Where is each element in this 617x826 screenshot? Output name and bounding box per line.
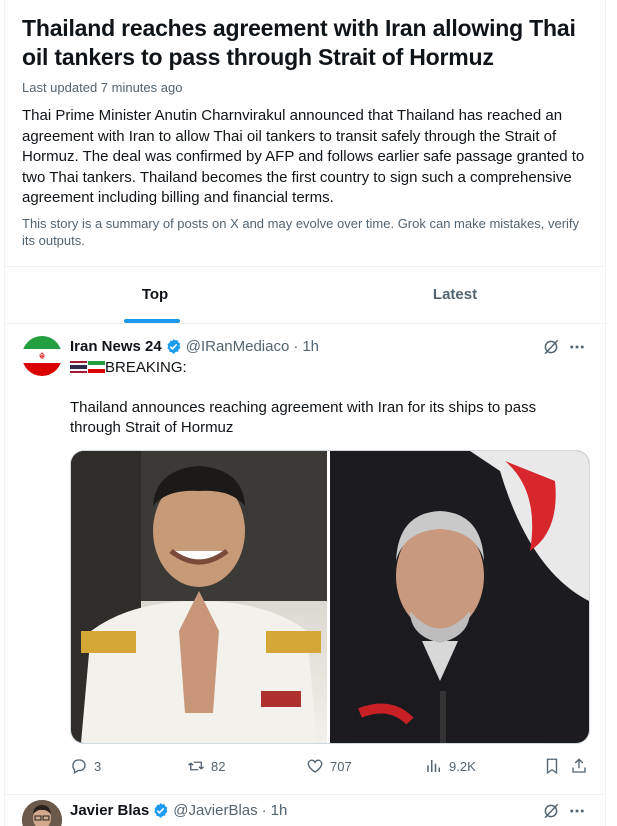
post-time[interactable]: 1h (302, 338, 319, 355)
more-icon[interactable] (568, 338, 586, 356)
bookmark-button[interactable] (543, 756, 567, 776)
tab-bar: Top Latest (5, 266, 605, 324)
post-actions: 3 82 707 9.2K (70, 756, 592, 776)
iran-flag-icon: ☬ (22, 336, 62, 376)
like-icon (307, 759, 323, 773)
author-name[interactable]: Iran News 24 (70, 338, 162, 355)
story-card: Thailand reaches agreement with Iran all… (5, 0, 605, 267)
separator-dot: · (293, 337, 299, 355)
timeline-column: Thailand reaches agreement with Iran all… (4, 0, 606, 826)
repost-button[interactable]: 82 (187, 756, 225, 776)
post[interactable]: ☬ Iran News 24 @IRanMediaco · 1h BREAKIN… (5, 324, 605, 795)
post-media[interactable] (70, 450, 590, 744)
author-name[interactable]: Javier Blas (70, 802, 149, 819)
views-count: 9.2K (449, 758, 476, 774)
post-header: Iran News 24 @IRanMediaco · 1h (70, 336, 319, 356)
story-headline: Thailand reaches agreement with Iran all… (22, 15, 576, 70)
tab-top[interactable]: Top (5, 266, 305, 323)
reply-count: 3 (94, 758, 102, 774)
share-button[interactable] (570, 756, 594, 776)
photo-pezeshkian[interactable] (330, 451, 589, 743)
like-count: 707 (330, 758, 352, 774)
thailand-flag-icon (70, 361, 87, 373)
verified-badge-icon (154, 802, 168, 818)
avatar[interactable]: ☬ (22, 336, 62, 376)
grok-icon[interactable] (542, 802, 560, 820)
author-handle[interactable]: @JavierBlas (173, 802, 257, 819)
photo-anutin[interactable] (71, 451, 327, 743)
iran-flag-emoji-icon (88, 361, 105, 373)
story-summary: Thai Prime Minister Anutin Charnvirakul … (22, 107, 585, 206)
avatar-javier-icon (22, 800, 62, 826)
author-handle[interactable]: @IRanMediaco (186, 338, 290, 355)
like-button[interactable]: 707 (306, 756, 352, 776)
post[interactable]: Javier Blas @JavierBlas · 1h (5, 795, 605, 826)
verified-badge-icon (167, 338, 181, 354)
tab-latest[interactable]: Latest (305, 266, 605, 323)
share-icon (572, 758, 586, 773)
separator-dot: · (261, 801, 267, 819)
story-updated: Last updated 7 minutes ago (22, 80, 183, 95)
repost-icon (188, 761, 204, 771)
active-tab-indicator (124, 319, 180, 323)
photo-pezeshkian-illustration (330, 451, 589, 743)
repost-count: 82 (211, 758, 226, 774)
story-disclaimer: This story is a summary of posts on X an… (22, 216, 580, 248)
reply-button[interactable]: 3 (70, 756, 101, 776)
avatar[interactable] (22, 800, 62, 826)
post-time[interactable]: 1h (271, 802, 288, 819)
bookmark-icon (546, 758, 558, 775)
post-text-line1: BREAKING: (70, 358, 580, 378)
more-icon[interactable] (568, 802, 586, 820)
views-icon (427, 760, 440, 772)
grok-icon[interactable] (542, 338, 560, 356)
post-header: Javier Blas @JavierBlas · 1h (70, 800, 287, 820)
reply-icon (72, 759, 86, 774)
photo-anutin-illustration (71, 451, 327, 743)
views-button[interactable]: 9.2K (425, 756, 476, 776)
post-text-body: Thailand announces reaching agreement wi… (70, 399, 537, 436)
